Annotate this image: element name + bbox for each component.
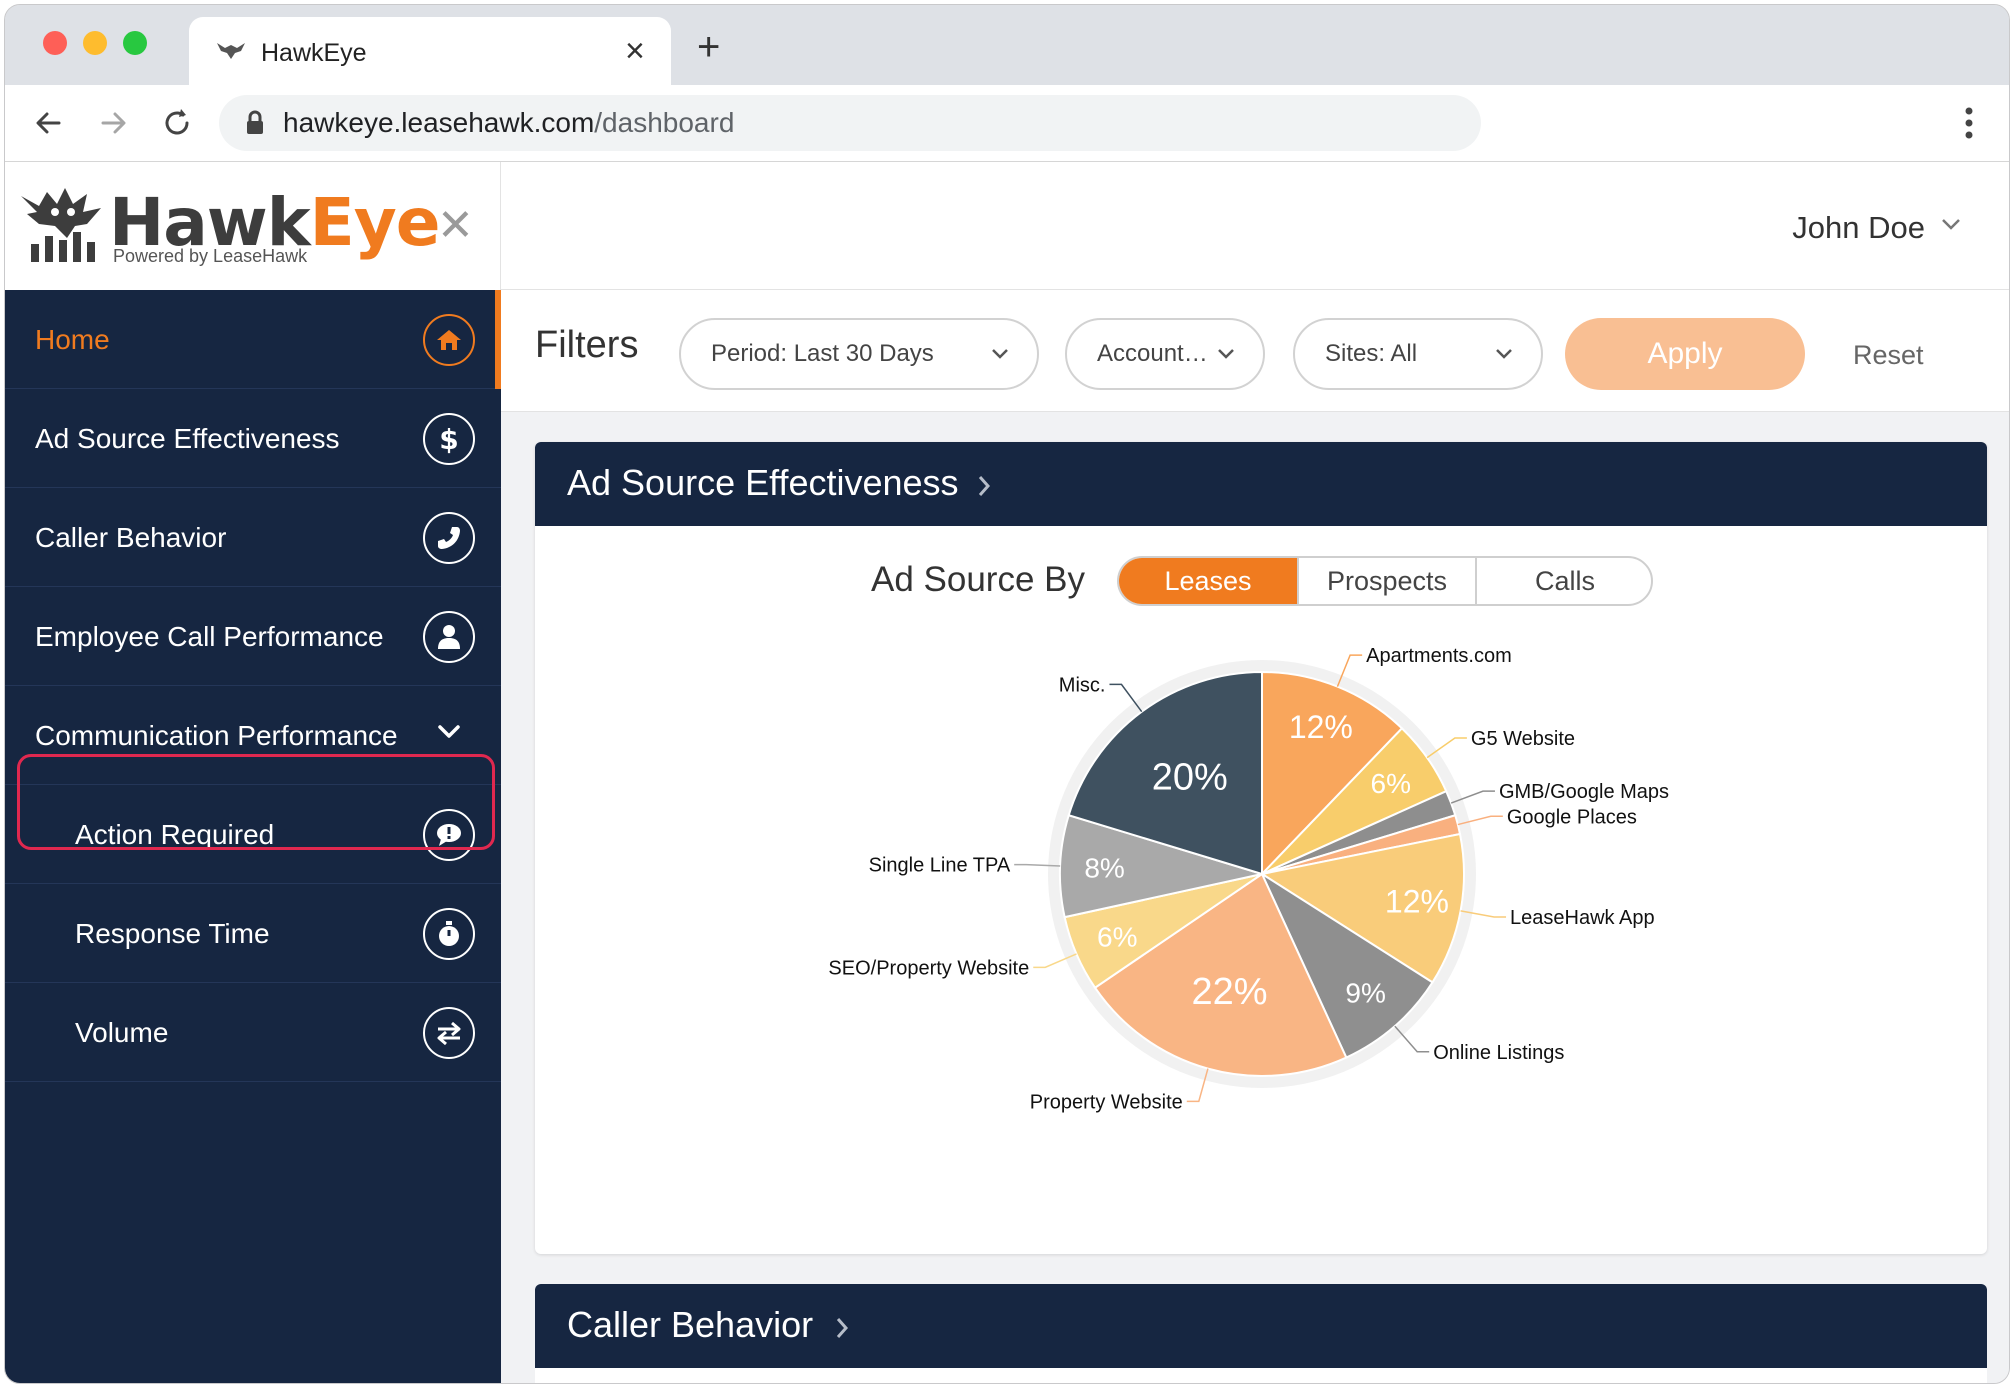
hawk-favicon-icon: [217, 43, 245, 59]
pie-value-label: 9%: [1345, 978, 1385, 1009]
pie-value-label: 6%: [1371, 768, 1411, 799]
home-icon: [423, 314, 475, 366]
browser-window: HawkEye × + hawkeye.leasehawk.com/dashbo…: [4, 4, 2010, 1384]
pie-category-label: Apartments.com: [1366, 645, 1512, 667]
sidebar-item-label: Home: [35, 324, 110, 355]
sidebar-item-label: Employee Call Performance: [35, 621, 384, 652]
pie-category-label: Property Website: [1030, 1091, 1183, 1113]
pie-value-label: 22%: [1192, 971, 1268, 1013]
reset-button[interactable]: Reset: [1853, 340, 1924, 371]
sidebar-close-icon[interactable]: ✕: [437, 204, 474, 248]
browser-menu-icon[interactable]: [1965, 107, 1973, 139]
pie-category-label: Online Listings: [1433, 1042, 1564, 1064]
pie-category-label: LeaseHawk App: [1510, 907, 1655, 929]
account-select-value: Account…: [1097, 340, 1208, 367]
pie-category-label: Single Line TPA: [869, 855, 1011, 877]
top-header: John Doe: [501, 162, 2009, 290]
pie-category-label: Google Places: [1507, 806, 1637, 828]
apply-button[interactable]: Apply: [1565, 318, 1805, 390]
pie-category-label: SEO/Property Website: [828, 957, 1029, 979]
sidebar-item-label: Volume: [75, 1017, 169, 1048]
pie-category-label: GMB/Google Maps: [1499, 781, 1669, 803]
pie-category-label: G5 Website: [1471, 728, 1575, 750]
lock-icon: [247, 110, 263, 134]
sidebar-item-label: Response Time: [75, 918, 270, 949]
sidebar: HawkEye Powered by LeaseHawk ✕ Home Ad S…: [5, 162, 501, 1383]
app-root: HawkEye Powered by LeaseHawk ✕ Home Ad S…: [5, 162, 2009, 1383]
chevron-down-icon[interactable]: [1941, 218, 1961, 232]
ad-source-pie-chart: 12% Apartments.com 6% G5 Website GMB/Google …: [828, 645, 1669, 1113]
dollar-icon: $: [423, 413, 475, 465]
highlight-outline: [17, 754, 495, 850]
caller-behavior-card: Caller Behavior: [535, 1284, 1987, 1383]
filter-bar: Filters Period: Last 30 Days Account… Si…: [501, 290, 2009, 412]
period-select[interactable]: Period: Last 30 Days: [679, 318, 1039, 390]
chevron-down-icon: [1496, 349, 1512, 359]
sidebar-nav: Home Ad Source Effectiveness $ Caller Be…: [5, 290, 501, 1082]
sidebar-item-volume[interactable]: Volume: [5, 983, 501, 1082]
new-tab-icon[interactable]: +: [697, 27, 720, 67]
reload-icon[interactable]: [157, 103, 197, 143]
sidebar-item-ad-source-effectiveness[interactable]: Ad Source Effectiveness $: [5, 389, 501, 488]
forward-icon[interactable]: [93, 103, 133, 143]
pie-value-label: 20%: [1152, 757, 1228, 799]
chevron-down-icon: [438, 725, 460, 738]
svg-text:$: $: [439, 424, 458, 454]
sidebar-item-employee-call-performance[interactable]: Employee Call Performance: [5, 587, 501, 686]
period-select-value: Period: Last 30 Days: [711, 340, 934, 367]
pie-value-label: 12%: [1289, 709, 1353, 745]
tab-close-icon[interactable]: ×: [625, 31, 645, 71]
address-bar[interactable]: hawkeye.leasehawk.com/dashboard: [219, 95, 1481, 151]
browser-tab[interactable]: HawkEye ×: [189, 17, 671, 87]
filters-title: Filters: [535, 324, 639, 366]
phone-icon: [423, 512, 475, 564]
swap-arrows-icon: [423, 1007, 475, 1059]
chevron-right-icon: [836, 1318, 849, 1338]
user-menu-name[interactable]: John Doe: [1792, 210, 1925, 246]
pie-value-label: 12%: [1385, 884, 1449, 920]
stopwatch-icon: [423, 908, 475, 960]
sites-select-value: Sites: All: [1325, 340, 1418, 367]
url-text: hawkeye.leasehawk.com/dashboard: [283, 107, 735, 138]
sidebar-item-label: Caller Behavior: [35, 522, 227, 553]
user-icon: [423, 611, 475, 663]
caller-behavior-card-title: Caller Behavior: [567, 1304, 814, 1345]
hawkeye-logo-icon: [21, 188, 101, 262]
account-select[interactable]: Account…: [1065, 318, 1265, 390]
chevron-down-icon: [992, 349, 1008, 359]
sidebar-item-label: Ad Source Effectiveness: [35, 423, 340, 454]
minimize-window-button[interactable]: [83, 31, 107, 55]
tab-title: HawkEye: [261, 39, 367, 67]
back-icon[interactable]: [29, 103, 69, 143]
sidebar-item-response-time[interactable]: Response Time: [5, 884, 501, 983]
tab-strip: HawkEye × +: [5, 5, 2009, 87]
logo-area: HawkEye Powered by LeaseHawk ✕: [5, 162, 501, 290]
pie-category-label: Misc.: [1059, 674, 1106, 696]
caller-behavior-card-header[interactable]: Caller Behavior: [535, 1284, 1987, 1368]
logo-tagline: Powered by LeaseHawk: [113, 246, 308, 266]
sidebar-item-home[interactable]: Home: [5, 290, 501, 389]
maximize-window-button[interactable]: [123, 31, 147, 55]
pie-value-label: 8%: [1084, 853, 1124, 884]
chevron-down-icon: [1218, 349, 1234, 359]
browser-toolbar: hawkeye.leasehawk.com/dashboard: [5, 85, 2009, 162]
pie-value-label: 6%: [1097, 921, 1137, 952]
close-window-button[interactable]: [43, 31, 67, 55]
ad-source-card: Ad Source Effectiveness Ad Source By Lea…: [535, 442, 1987, 1254]
sites-select[interactable]: Sites: All: [1293, 318, 1543, 390]
sidebar-item-label: Communication Performance: [35, 720, 398, 751]
sidebar-item-caller-behavior[interactable]: Caller Behavior: [5, 488, 501, 587]
